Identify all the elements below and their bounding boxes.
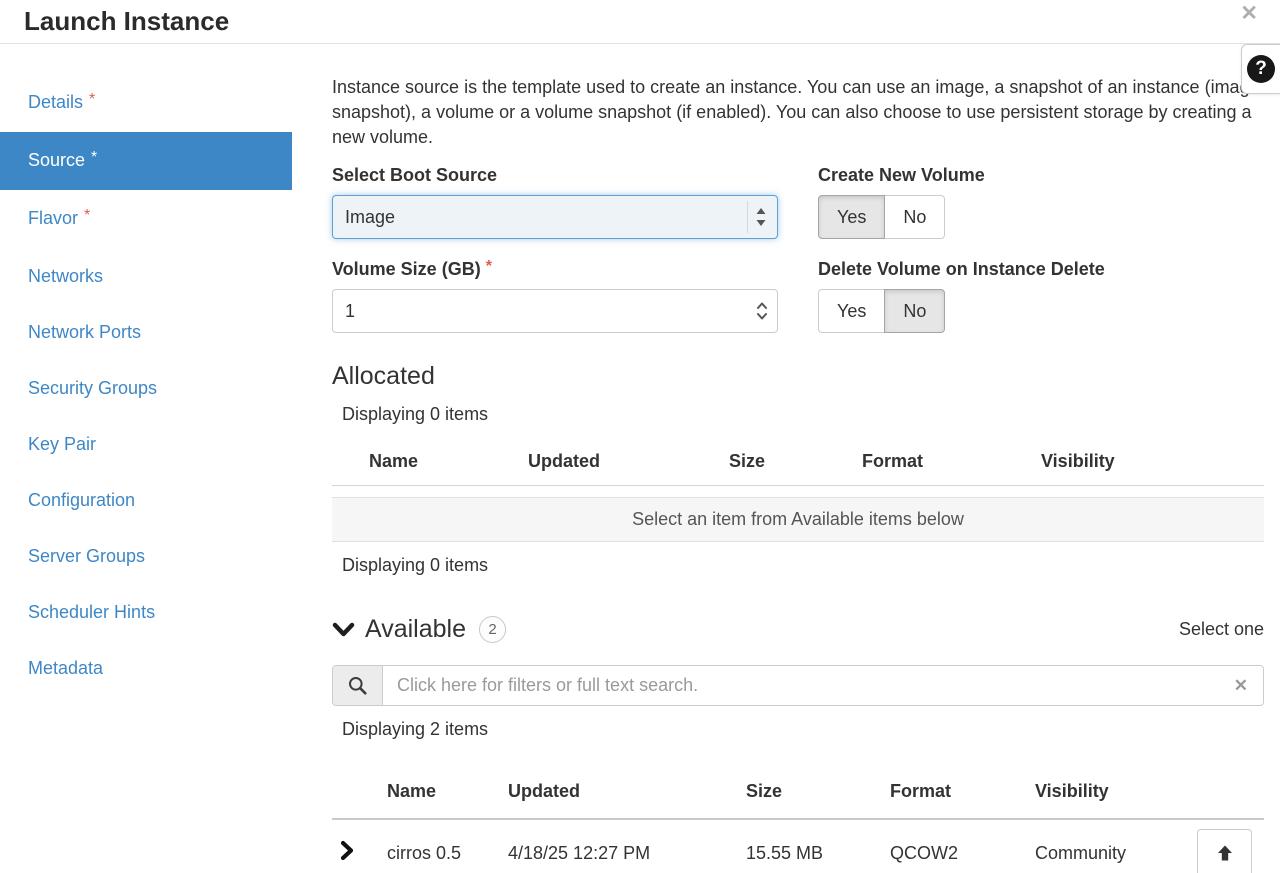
arrow-up-icon	[1215, 843, 1235, 863]
available-heading: Available	[365, 615, 466, 644]
delete-volume-toggle: Yes No	[818, 289, 945, 333]
close-icon[interactable]: ✕	[1240, 1, 1258, 26]
sidebar-item-flavor[interactable]: Flavor *	[0, 190, 292, 248]
sidebar-item-label: Network Ports	[28, 322, 141, 342]
column-header-format: Format	[890, 767, 1035, 819]
allocated-count-bottom: Displaying 0 items	[342, 555, 1264, 576]
available-count: Displaying 2 items	[342, 719, 1264, 740]
boot-source-field: Select Boot Source Image	[332, 165, 778, 239]
required-marker: *	[486, 258, 492, 275]
sidebar-item-label: Key Pair	[28, 434, 96, 454]
chevron-down-icon[interactable]	[332, 621, 355, 638]
available-table-header: Name Updated Size Format Visibility	[332, 767, 1264, 819]
number-stepper-icon[interactable]	[755, 299, 769, 323]
cell-name: cirros 0.5	[387, 819, 508, 873]
required-marker: *	[91, 149, 97, 166]
sidebar-item-configuration[interactable]: Configuration	[0, 472, 292, 528]
wizard-nav: Details * Source * Flavor * Networks Networ…	[0, 44, 292, 696]
sidebar-item-server-groups[interactable]: Server Groups	[0, 528, 292, 584]
column-header-size: Size	[746, 767, 890, 819]
search-input[interactable]	[383, 666, 1219, 705]
cell-visibility: Community	[1035, 819, 1197, 873]
create-volume-yes-button[interactable]: Yes	[818, 195, 885, 239]
column-header-size: Size	[729, 435, 862, 486]
sidebar-item-label: Security Groups	[28, 378, 157, 398]
column-header-format: Format	[862, 435, 1041, 486]
available-header: Available 2 Select one	[332, 615, 1264, 644]
column-header-name: Name	[332, 435, 528, 486]
modal-header: Launch Instance ✕	[0, 0, 1280, 44]
sidebar-item-label: Networks	[28, 266, 103, 286]
available-count-badge: 2	[479, 616, 506, 643]
column-header-expand	[332, 767, 387, 819]
sidebar-item-label: Details	[28, 92, 83, 112]
column-header-name: Name	[387, 767, 508, 819]
create-volume-field: Create New Volume Yes No	[818, 165, 1264, 239]
source-form: Select Boot Source Image Create New Volu…	[332, 165, 1264, 333]
help-button[interactable]: ?	[1241, 44, 1280, 94]
sidebar-item-key-pair[interactable]: Key Pair	[0, 416, 292, 472]
clear-search-icon[interactable]: ✕	[1219, 666, 1263, 705]
allocated-count-top: Displaying 0 items	[342, 404, 1264, 425]
cell-updated: 4/18/25 12:27 PM	[508, 819, 746, 873]
sidebar-item-security-groups[interactable]: Security Groups	[0, 360, 292, 416]
volume-size-control	[332, 289, 778, 333]
column-header-updated: Updated	[508, 767, 746, 819]
sidebar-item-label: Flavor	[28, 208, 78, 228]
allocated-empty-row: Select an item from Available items belo…	[332, 498, 1264, 542]
source-step-content: Instance source is the template used to …	[292, 44, 1280, 873]
allocated-table: Name Updated Size Format Visibility Sele…	[332, 435, 1264, 542]
table-row[interactable]: cirros 0.5 4/18/25 12:27 PM 15.55 MB QCO…	[332, 819, 1264, 873]
volume-size-label: Volume Size (GB) *	[332, 259, 778, 280]
column-header-updated: Updated	[528, 435, 729, 486]
delete-volume-field: Delete Volume on Instance Delete Yes No	[818, 259, 1264, 333]
search-icon	[333, 666, 383, 705]
available-table: Name Updated Size Format Visibility cirr…	[332, 767, 1264, 873]
required-marker: *	[84, 207, 90, 224]
select-arrows-icon	[747, 201, 774, 233]
create-volume-toggle: Yes No	[818, 195, 945, 239]
create-volume-label: Create New Volume	[818, 165, 1264, 186]
expand-chevron-icon[interactable]	[332, 840, 354, 861]
allocated-table-header: Name Updated Size Format Visibility	[332, 435, 1264, 486]
sidebar-item-scheduler-hints[interactable]: Scheduler Hints	[0, 584, 292, 640]
volume-size-input[interactable]	[332, 289, 778, 333]
volume-size-label-text: Volume Size (GB)	[332, 259, 481, 279]
sidebar-item-network-ports[interactable]: Network Ports	[0, 304, 292, 360]
allocate-button[interactable]	[1197, 829, 1252, 873]
sidebar-item-label: Scheduler Hints	[28, 602, 155, 622]
column-header-action	[1197, 767, 1264, 819]
help-icon: ?	[1247, 55, 1275, 83]
search-bar: ✕	[332, 665, 1264, 706]
modal-body: Details * Source * Flavor * Networks Networ…	[0, 44, 1280, 873]
sidebar-item-label: Server Groups	[28, 546, 145, 566]
source-description: Instance source is the template used to …	[332, 75, 1264, 149]
sidebar-item-label: Configuration	[28, 490, 135, 510]
spacer-row	[332, 486, 1264, 498]
sidebar-item-metadata[interactable]: Metadata	[0, 640, 292, 696]
cell-size: 15.55 MB	[746, 819, 890, 873]
sidebar-item-details[interactable]: Details *	[0, 74, 292, 132]
volume-size-field: Volume Size (GB) *	[332, 259, 778, 333]
allocated-heading: Allocated	[332, 362, 1264, 391]
boot-source-select[interactable]: Image	[332, 195, 778, 239]
create-volume-no-button[interactable]: No	[884, 195, 945, 239]
allocated-empty-message: Select an item from Available items belo…	[332, 498, 1264, 542]
delete-volume-label: Delete Volume on Instance Delete	[818, 259, 1264, 280]
delete-volume-yes-button[interactable]: Yes	[818, 289, 885, 333]
sidebar-item-source[interactable]: Source *	[0, 132, 292, 190]
column-header-visibility: Visibility	[1041, 435, 1264, 486]
column-header-visibility: Visibility	[1035, 767, 1197, 819]
required-marker: *	[89, 91, 95, 108]
boot-source-value: Image	[345, 207, 747, 228]
sidebar-item-label: Source	[28, 150, 85, 170]
sidebar-item-networks[interactable]: Networks	[0, 248, 292, 304]
page-title: Launch Instance	[24, 6, 229, 36]
select-one-hint: Select one	[1179, 619, 1264, 640]
cell-format: QCOW2	[890, 819, 1035, 873]
delete-volume-no-button[interactable]: No	[884, 289, 945, 333]
boot-source-label: Select Boot Source	[332, 165, 778, 186]
sidebar-item-label: Metadata	[28, 658, 103, 678]
